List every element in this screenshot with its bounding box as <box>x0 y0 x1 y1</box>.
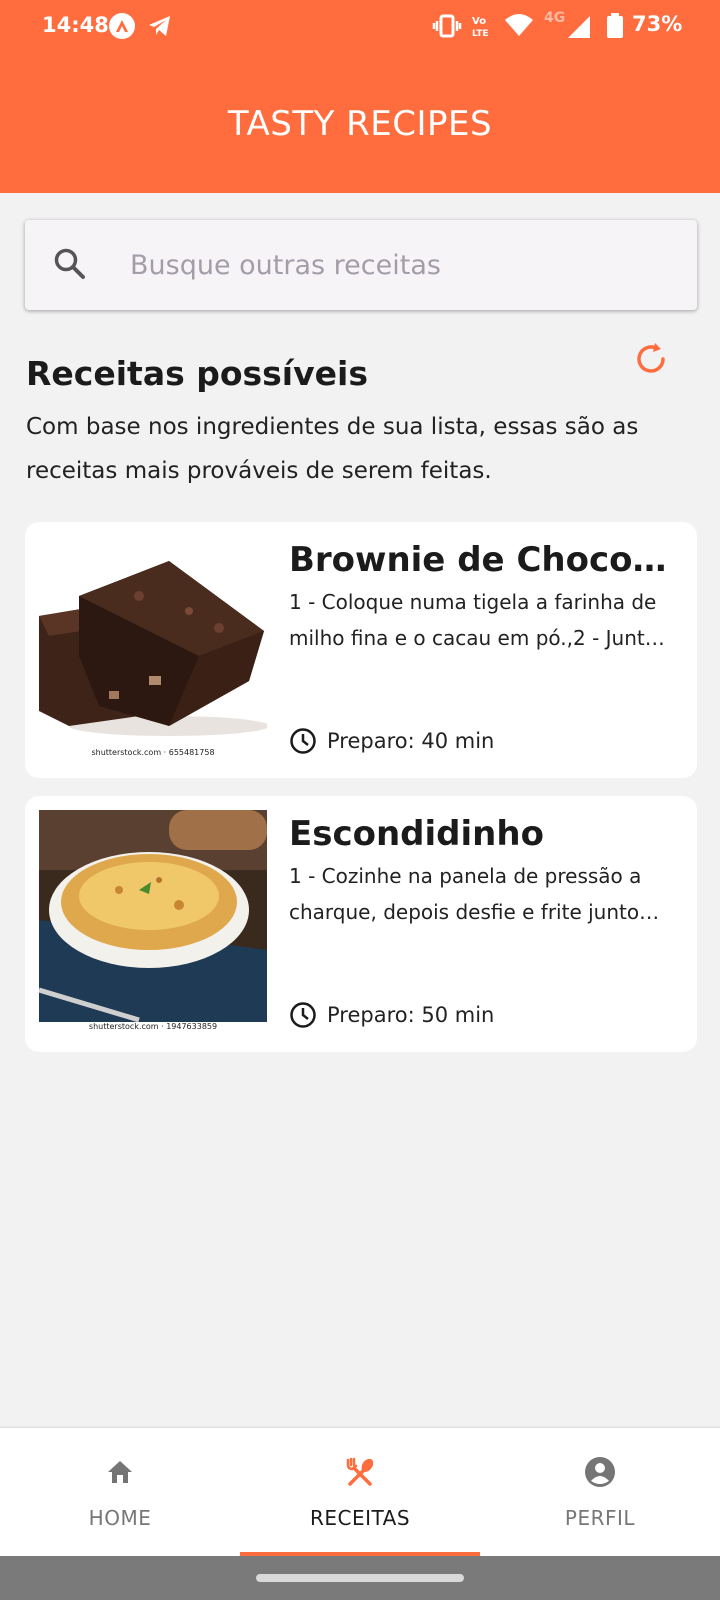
refresh-button[interactable] <box>628 338 674 384</box>
utensils-icon <box>240 1454 480 1490</box>
nav-item-home[interactable]: HOME <box>0 1428 240 1556</box>
battery-icon <box>606 12 624 40</box>
recipe-prep-time: Preparo: 40 min <box>289 727 494 755</box>
nav-label: RECEITAS <box>309 1506 411 1530</box>
svg-text:Vo: Vo <box>472 16 486 27</box>
recipe-title: Escondidinho <box>289 814 544 854</box>
refresh-icon <box>631 339 671 383</box>
svg-text:LTE: LTE <box>472 29 489 39</box>
home-icon <box>0 1454 240 1490</box>
recipe-description: 1 - Cozinhe na panela de pressão a charq… <box>289 864 642 924</box>
vibrate-icon <box>432 12 462 40</box>
clock-icon <box>290 1002 316 1028</box>
nav-label: PERFIL <box>564 1506 636 1530</box>
nav-item-perfil[interactable]: PERFIL <box>480 1428 720 1556</box>
status-time: 14:48 <box>42 13 109 37</box>
recipe-card[interactable]: shutterstock.com · 1947633859 Escondidin… <box>25 796 697 1052</box>
gesture-handle[interactable] <box>256 1574 464 1582</box>
nav-item-receitas[interactable]: RECEITAS <box>240 1428 480 1556</box>
recipe-card[interactable]: shutterstock.com · 655481758 Brownie de … <box>25 522 697 778</box>
recipe-description: 1 - Coloque numa tigela a farinha de mil… <box>289 590 658 650</box>
recipe-image-brownie <box>39 536 269 764</box>
telegram-icon <box>146 12 174 40</box>
clock-icon <box>290 728 316 754</box>
battery-level: 73% <box>632 12 683 36</box>
bottom-navigation: HOME RECEITAS PERFIL <box>0 1428 720 1556</box>
image-watermark: shutterstock.com · 655481758 <box>91 748 215 757</box>
image-watermark: shutterstock.com · 1947633859 <box>88 1022 218 1031</box>
recipe-image-escondidinho <box>38 810 267 1038</box>
search-input[interactable] <box>130 245 670 285</box>
system-gesture-bar <box>0 1556 720 1600</box>
volte-icon: Vo LTE <box>470 12 500 40</box>
nav-label: HOME <box>88 1506 152 1530</box>
app-header: 14:48 Vo LTE 4G 73% TASTY RECIPES <box>0 0 720 193</box>
page-title: TASTY RECIPES <box>227 104 493 144</box>
signal-icon <box>566 12 592 40</box>
recipe-title: Brownie de Chocolate <box>289 540 669 580</box>
account-circle-icon <box>480 1454 720 1490</box>
wifi-icon <box>504 12 534 38</box>
network-type: 4G <box>544 10 566 26</box>
section-description: Com base nos ingredientes de sua lista, … <box>26 414 639 484</box>
recipe-time-text: Preparo: 40 min <box>327 729 495 753</box>
app-logo-icon <box>108 12 136 40</box>
section-title: Receitas possíveis <box>26 354 368 393</box>
search-icon <box>52 246 88 286</box>
status-bar: 14:48 Vo LTE 4G 73% <box>0 0 720 56</box>
recipe-prep-time: Preparo: 50 min <box>289 1001 494 1029</box>
recipe-time-text: Preparo: 50 min <box>327 1003 495 1027</box>
